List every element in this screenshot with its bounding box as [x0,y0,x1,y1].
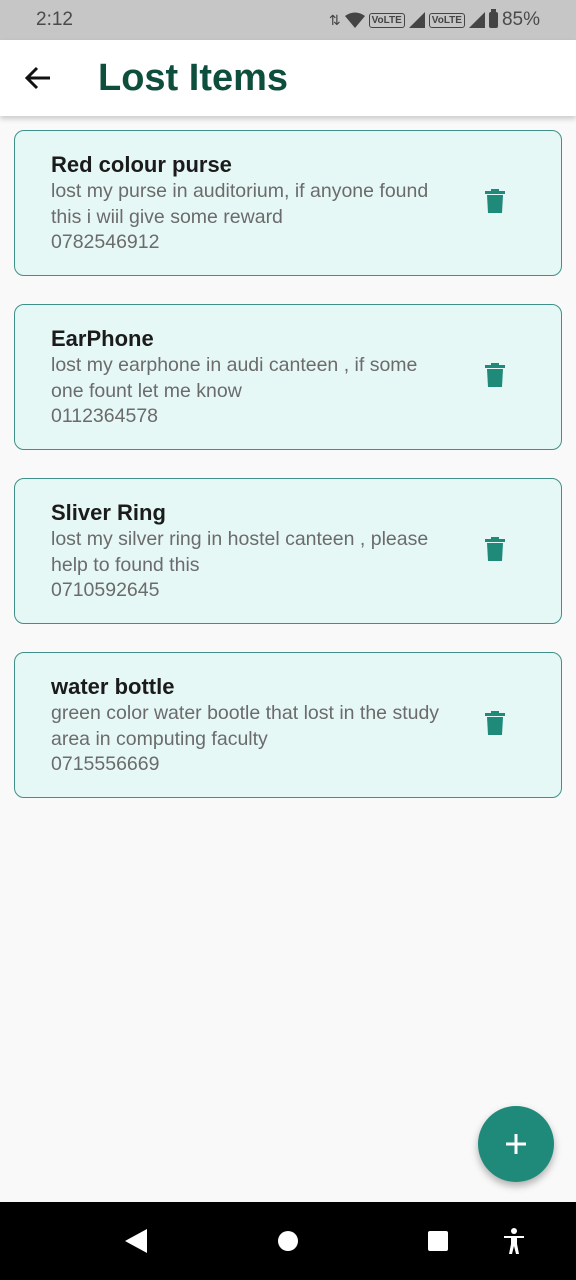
battery-icon [488,9,498,28]
delete-button[interactable] [477,181,513,221]
signal-icon-2 [468,12,485,28]
add-item-button[interactable] [478,1106,554,1182]
status-icons: ⇅ VoLTE VoLTE 85% [329,9,540,31]
item-description: lost my purse in auditorium, if anyone f… [51,180,429,228]
status-time: 2:12 [36,9,73,30]
trash-icon [485,537,505,561]
volte-badge-2: VoLTE [428,12,465,28]
plus-icon [506,1134,526,1154]
item-text: Sliver Ring lost my silver ring in hoste… [51,499,451,604]
item-title: water bottle [51,674,175,699]
battery-level: 85% [501,9,540,30]
volte-badge-1: VoLTE [368,12,405,28]
accessibility-icon [504,1228,524,1254]
item-description: lost my silver ring in hostel canteen , … [51,528,429,576]
square-recents-icon [428,1231,448,1251]
nav-home-button[interactable] [258,1202,318,1280]
page-title: Lost Items [98,56,289,99]
item-phone: 0710592645 [51,579,160,601]
item-phone: 0782546912 [51,231,160,253]
wifi-icon [344,12,365,28]
item-description: lost my earphone in audi canteen , if so… [51,354,418,402]
trash-icon [485,711,505,735]
item-phone: 0715556669 [51,753,160,775]
list-item[interactable]: water bottle green color water bootle th… [14,652,562,798]
item-text: EarPhone lost my earphone in audi cantee… [51,325,451,430]
item-text: Red colour purse lost my purse in audito… [51,151,451,256]
circle-home-icon [278,1231,298,1251]
status-bar: 2:12 ⇅ VoLTE VoLTE 85% [0,0,576,40]
delete-button[interactable] [477,529,513,569]
item-title: Red colour purse [51,152,232,177]
list-item[interactable]: Sliver Ring lost my silver ring in hoste… [14,478,562,624]
back-button[interactable] [0,40,76,116]
item-text: water bottle green color water bootle th… [51,673,451,778]
app-bar: Lost Items [0,40,576,116]
arrow-back-icon [25,66,50,90]
system-nav-bar [0,1202,576,1280]
item-description: green color water bootle that lost in th… [51,702,440,750]
data-arrows-icon: ⇅ [328,11,341,28]
nav-recents-button[interactable] [408,1202,468,1280]
signal-icon-1 [408,12,425,28]
trash-icon [485,363,505,387]
item-title: EarPhone [51,326,154,351]
nav-accessibility-button[interactable] [484,1202,544,1280]
delete-button[interactable] [477,355,513,395]
delete-button[interactable] [477,703,513,743]
item-phone: 0112364578 [51,405,159,427]
list-item[interactable]: Red colour purse lost my purse in audito… [14,130,562,276]
item-title: Sliver Ring [51,500,166,525]
nav-back-button[interactable] [106,1202,166,1280]
list-item[interactable]: EarPhone lost my earphone in audi cantee… [14,304,562,450]
trash-icon [485,189,505,213]
triangle-back-icon [125,1229,147,1253]
